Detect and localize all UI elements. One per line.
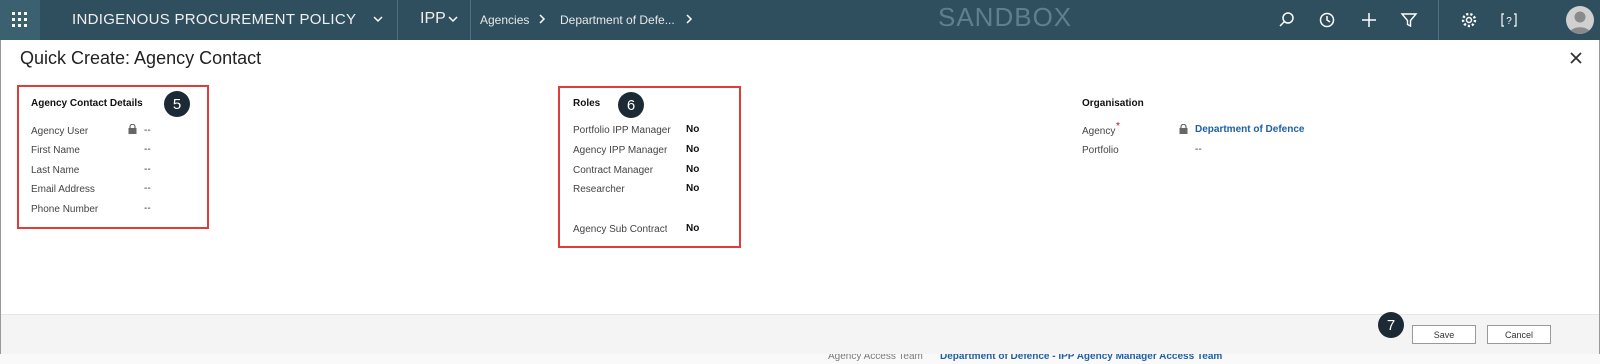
field-value-contract-manager[interactable]: No xyxy=(686,164,699,175)
chevron-down-icon[interactable] xyxy=(372,13,384,25)
user-avatar[interactable] xyxy=(1566,6,1594,34)
cancel-button[interactable]: Cancel xyxy=(1487,325,1551,344)
breadcrumb-agencies[interactable]: Agencies xyxy=(480,13,529,27)
background-page-strip: Agency Access Team Department of Defence… xyxy=(0,354,1600,364)
app-launcher-icon[interactable] xyxy=(0,0,40,40)
field-value-last-name[interactable]: -- xyxy=(144,164,151,175)
section-heading-contact-details: Agency Contact Details xyxy=(31,98,143,109)
field-label-phone-number: Phone Number xyxy=(31,204,99,215)
field-value-phone-number[interactable]: -- xyxy=(144,203,151,214)
step-marker-6: 6 xyxy=(618,92,644,118)
field-value-first-name[interactable]: -- xyxy=(144,144,151,155)
chevron-down-icon[interactable] xyxy=(447,13,459,25)
field-label-portfolio-ipp-manager: Portfolio IPP Manager xyxy=(573,125,671,136)
field-label-last-name: Last Name xyxy=(31,165,80,176)
search-icon[interactable] xyxy=(1278,11,1296,29)
field-value-agency-link[interactable]: Department of Defence xyxy=(1195,124,1304,135)
area-selector-label[interactable]: IPP xyxy=(420,10,446,28)
field-label-agency-ipp-manager: Agency IPP Manager xyxy=(573,145,668,156)
field-label-agency-sub-contractor: Agency Sub Contracto xyxy=(573,224,667,235)
nav-divider xyxy=(397,0,398,40)
field-label-contract-manager: Contract Manager xyxy=(573,165,654,176)
field-value-agency-user[interactable]: -- xyxy=(144,125,151,136)
section-heading-organisation: Organisation xyxy=(1082,98,1144,109)
waffle-grid-icon xyxy=(12,12,27,27)
lock-icon xyxy=(128,124,137,134)
section-heading-roles: Roles xyxy=(573,98,601,109)
sandbox-watermark: SANDBOX xyxy=(938,2,1073,32)
settings-gear-icon[interactable] xyxy=(1460,11,1478,29)
field-label-agency-user: Agency User xyxy=(31,126,89,137)
dialog-footer xyxy=(1,314,1599,354)
field-value-researcher[interactable]: No xyxy=(686,183,699,194)
chevron-right-icon xyxy=(539,14,546,24)
field-label-researcher: Researcher xyxy=(573,184,625,195)
field-label-first-name: First Name xyxy=(31,145,80,156)
breadcrumb-record[interactable]: Department of Defe... xyxy=(560,13,675,27)
field-value-agency-sub-contractor[interactable]: No xyxy=(686,223,699,234)
step-marker-7: 7 xyxy=(1378,312,1404,338)
field-value-agency-ipp-manager[interactable]: No xyxy=(686,144,699,155)
background-link: Department of Defence - IPP Agency Manag… xyxy=(940,354,1223,362)
nav-divider xyxy=(470,0,471,40)
field-value-email-address[interactable]: -- xyxy=(144,183,151,194)
help-icon[interactable]: ? xyxy=(1500,11,1518,29)
field-value-portfolio-ipp-manager[interactable]: No xyxy=(686,124,699,135)
background-text: Agency Access Team xyxy=(828,354,923,362)
save-button[interactable]: Save xyxy=(1412,325,1476,344)
app-title[interactable]: INDIGENOUS PROCUREMENT POLICY xyxy=(72,11,356,28)
recent-history-icon[interactable] xyxy=(1318,11,1336,29)
dialog-title: Quick Create: Agency Contact xyxy=(20,48,262,68)
lock-icon xyxy=(1179,124,1188,134)
top-navigation-bar: INDIGENOUS PROCUREMENT POLICY IPP Agenci… xyxy=(0,0,1600,40)
close-icon[interactable] xyxy=(1568,50,1584,66)
add-new-icon[interactable] xyxy=(1360,11,1378,29)
user-silhouette-icon xyxy=(1569,11,1591,34)
field-label-portfolio: Portfolio xyxy=(1082,145,1119,156)
required-asterisk-icon: * xyxy=(1116,121,1120,132)
step-marker-5: 5 xyxy=(164,91,190,117)
field-label-agency: Agency xyxy=(1082,126,1116,137)
field-label-email-address: Email Address xyxy=(31,184,95,195)
filter-icon[interactable] xyxy=(1400,11,1418,29)
nav-divider xyxy=(1438,0,1439,40)
field-value-portfolio[interactable]: -- xyxy=(1195,144,1202,155)
svg-text:?: ? xyxy=(1506,16,1512,27)
chevron-right-icon[interactable] xyxy=(683,13,695,25)
